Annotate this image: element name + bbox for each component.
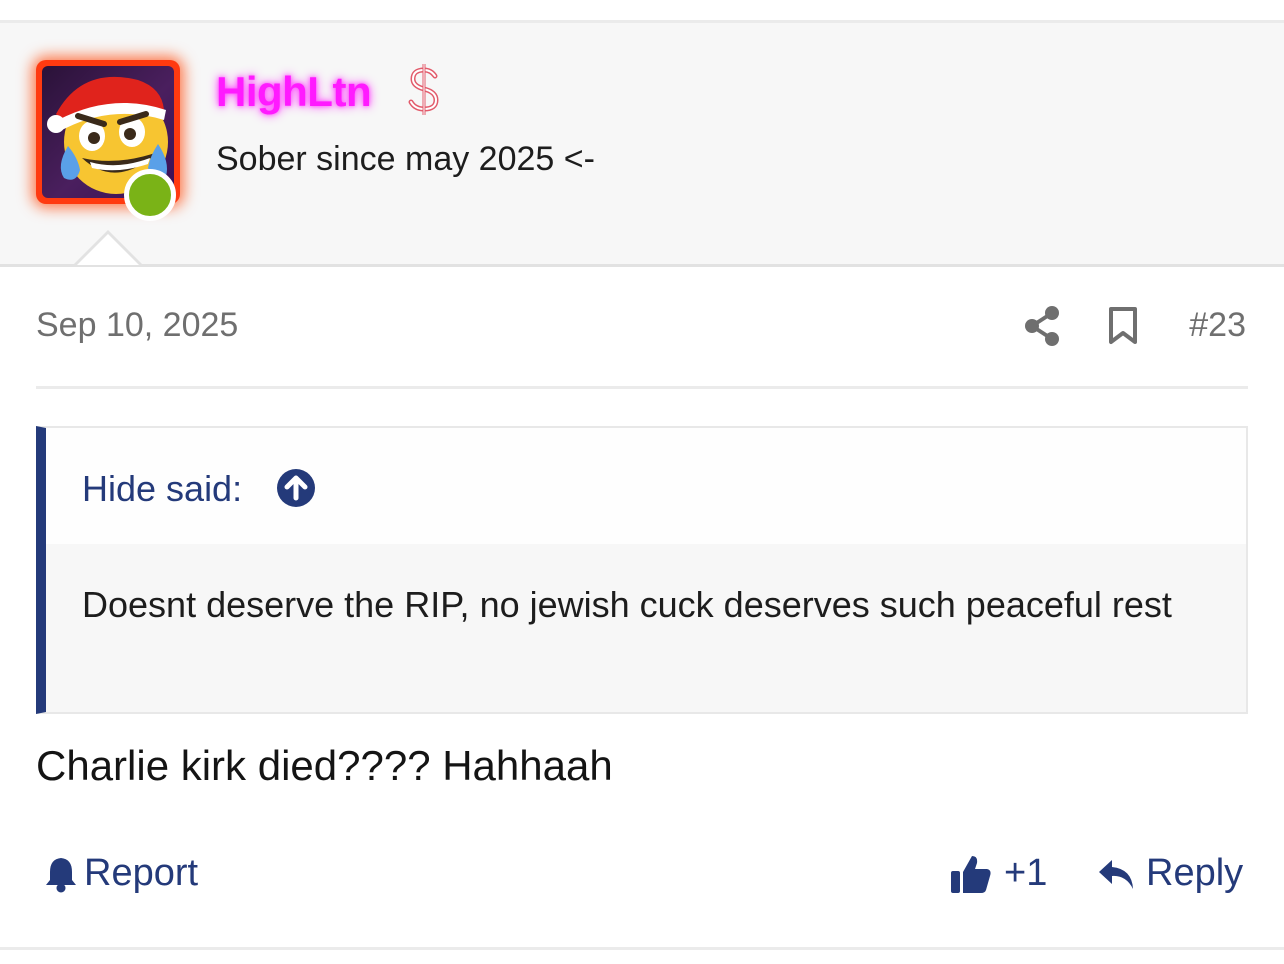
bell-icon: [46, 857, 76, 892]
quote-author[interactable]: Hide said:: [82, 468, 242, 510]
header-pointer-fill: [77, 234, 139, 265]
thumbs-up-icon: [951, 855, 991, 893]
share-icon[interactable]: [1024, 306, 1060, 351]
like-button[interactable]: +1: [950, 852, 1047, 895]
post-header-divider: [36, 386, 1248, 389]
bookmark-icon[interactable]: [1108, 306, 1138, 351]
bottom-divider: [0, 947, 1284, 950]
post-date[interactable]: Sep 10, 2025: [36, 306, 238, 345]
username[interactable]: HighLtn: [216, 68, 372, 116]
report-label: Report: [84, 852, 199, 894]
reply-arrow-icon: [1099, 859, 1133, 889]
quote-text: Doesnt deserve the RIP, no jewish cuck d…: [46, 544, 1246, 712]
user-title: Sober since may 2025 <-: [216, 140, 595, 178]
jump-to-quote-icon[interactable]: [276, 468, 316, 513]
reply-label: Reply: [1146, 852, 1244, 894]
post-user-header: [0, 23, 1284, 267]
dollar-icon: [404, 62, 446, 123]
quote-header: Hide said:: [46, 428, 1246, 544]
quote-block: Hide said: Doesnt deserve the RIP, no je…: [36, 426, 1248, 714]
online-status-indicator: [124, 169, 176, 221]
post-number-link[interactable]: #23: [1189, 306, 1246, 345]
reply-button[interactable]: Reply: [1096, 852, 1243, 895]
post-message: Charlie kirk died???? Hahhaah: [36, 742, 613, 789]
report-button[interactable]: Report: [44, 852, 198, 895]
like-count: +1: [1004, 852, 1048, 894]
